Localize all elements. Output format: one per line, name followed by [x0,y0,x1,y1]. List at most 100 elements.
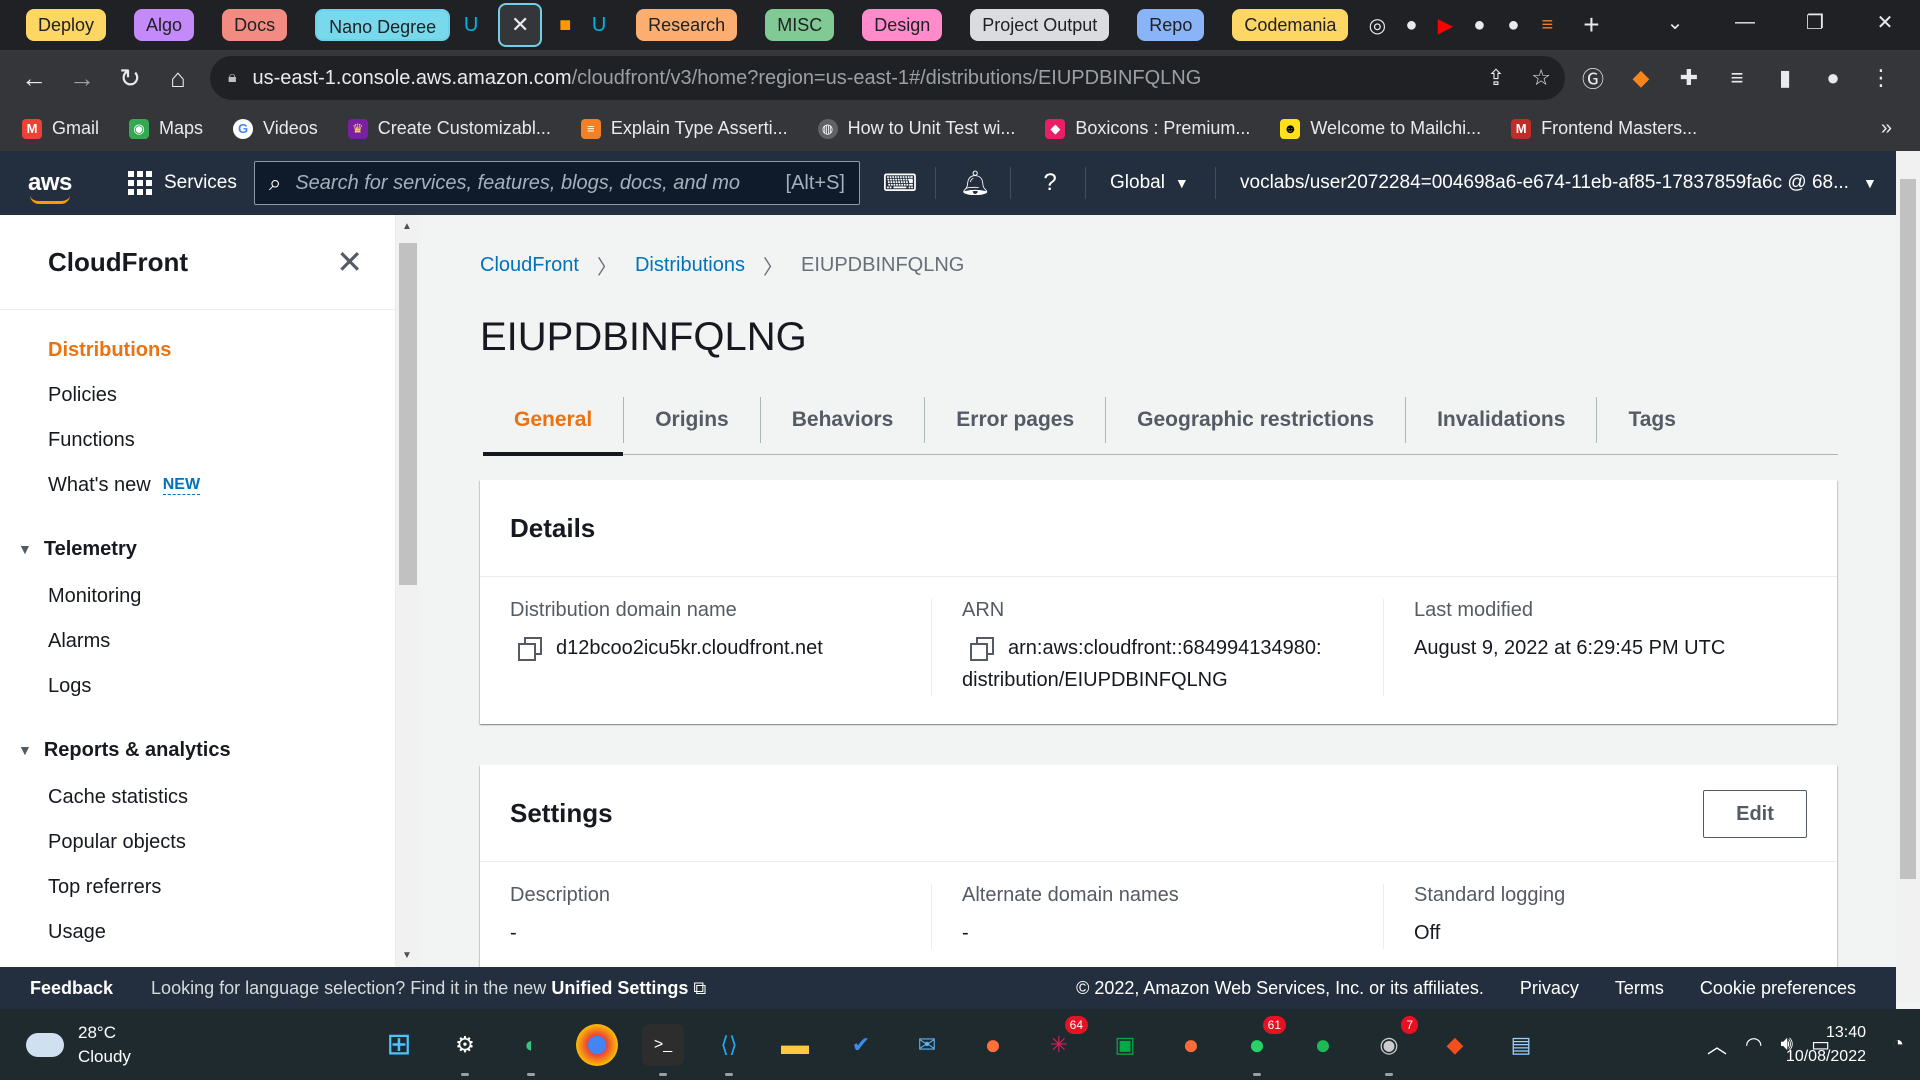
scrollbar-thumb[interactable] [1900,179,1916,879]
close-active-tab-icon[interactable]: ✕ [498,3,543,47]
tab-group-design[interactable]: Design [862,9,943,41]
sidebar-item-distributions[interactable]: Distributions [0,328,395,373]
tab-search-icon[interactable]: ⌄ [1640,0,1710,44]
weather-widget[interactable]: 28°C Cloudy [26,1021,131,1069]
tab-group-project-output[interactable]: Project Output [970,9,1110,41]
help-icon[interactable]: ? [1030,151,1070,215]
aws-search-input[interactable]: ⌕ Search for services, features, blogs, … [254,161,860,205]
close-window-icon[interactable]: ✕ [1850,0,1920,44]
sidebar-item-alarms[interactable]: Alarms [0,619,395,664]
back-icon[interactable]: ← [10,54,58,102]
figma-app-icon[interactable]: ◆ [1434,1024,1476,1066]
restore-icon[interactable]: ❐ [1780,0,1850,44]
sidebar-section-telemetry[interactable]: ▼ Telemetry [0,524,395,574]
tab-group-docs[interactable]: Docs [222,9,288,41]
privacy-link[interactable]: Privacy [1520,978,1579,999]
tab-group-algo[interactable]: Algo [134,9,195,41]
aws-tab-icon[interactable]: ■ [550,10,580,40]
chrome-tab-icon[interactable]: ◎ [1362,10,1392,40]
page-scrollbar[interactable] [1896,151,1920,1002]
more-bookmarks-icon[interactable]: » [1881,117,1892,140]
forward-icon[interactable]: → [58,54,106,102]
copy-icon[interactable] [970,637,994,661]
aws-logo[interactable]: aws [28,169,76,204]
copy-icon[interactable] [518,637,542,661]
scroll-up-icon[interactable]: ▲ [402,221,412,232]
cookie-preferences-link[interactable]: Cookie preferences [1700,978,1856,999]
youtube-tab-icon[interactable]: ▶ [1430,10,1460,40]
cloudshell-icon[interactable]: ⌨ [880,151,920,215]
bookmark-star-icon[interactable]: ☆ [1531,65,1551,91]
address-bar[interactable]: 🔒︎ us-east-1.console.aws.amazon.com/clou… [210,56,1565,100]
bookmark-videos[interactable]: G Videos [233,118,318,139]
metamask-extension-icon[interactable]: ◆ [1628,65,1654,91]
terminal-app-icon[interactable]: >_ [642,1023,684,1076]
reload-icon[interactable]: ↻ [106,54,154,102]
edit-button[interactable]: Edit [1703,790,1807,838]
bookmark-frontend-masters[interactable]: M Frontend Masters... [1511,118,1697,139]
spotify-app-icon[interactable]: ● [1302,1024,1344,1066]
github-tab-icon-3[interactable]: ● [1498,10,1528,40]
share-icon[interactable]: ⇪ [1487,65,1505,91]
tab-error-pages[interactable]: Error pages [925,396,1107,443]
notifications-bell-icon[interactable]: 🔔︎ [955,151,995,215]
todo-app-icon[interactable]: ✔ [840,1024,882,1066]
mail-app-icon[interactable]: ✉ [906,1024,948,1066]
sidebar-item-functions[interactable]: Functions [0,418,395,463]
bookmark-unit-test[interactable]: ◍ How to Unit Test wi... [817,118,1015,139]
chrome-app-icon[interactable] [576,1023,618,1066]
extensions-puzzle-icon[interactable]: ✚ [1676,65,1702,91]
tab-group-codemania[interactable]: Codemania [1232,9,1349,41]
tab-general[interactable]: General [483,396,625,456]
firefox-app-icon[interactable]: ● [972,1024,1014,1066]
wifi-icon[interactable]: ◠ [1745,1032,1762,1057]
edge-app-icon[interactable]: ◐ [510,1024,552,1076]
minimize-icon[interactable]: — [1710,0,1780,44]
meet-app-icon[interactable]: ▣ [1104,1024,1146,1066]
vscode-app-icon[interactable]: ⟨⟩ [708,1024,750,1076]
sidebar-item-monitoring[interactable]: Monitoring [0,574,395,619]
scroll-down-icon[interactable]: ▼ [402,950,412,961]
sidebar-item-cache-statistics[interactable]: Cache statistics [0,775,395,820]
sidebar-title[interactable]: CloudFront [48,247,188,278]
tab-origins[interactable]: Origins [624,396,761,443]
tab-group-research[interactable]: Research [636,9,738,41]
tab-group-deploy[interactable]: Deploy [26,9,107,41]
breadcrumb-distributions[interactable]: Distributions [635,254,745,277]
udacity-tab-icon[interactable]: U [456,10,486,40]
github-tab-icon-2[interactable]: ● [1464,10,1494,40]
sidebar-section-reports[interactable]: ▼ Reports & analytics [0,725,395,775]
windows-start-icon[interactable]: ⊞ [378,1024,420,1066]
account-menu[interactable]: voclabs/user2072284=004698a6-e674-11eb-a… [1240,151,1877,215]
sidebar-scrollbar[interactable]: ▲ ▼ [396,215,420,967]
bookmark-create-customizable[interactable]: ♛ Create Customizabl... [347,118,551,139]
side-panel-icon[interactable]: ▮ [1772,65,1798,91]
browser-menu-icon[interactable]: ⋮ [1868,65,1894,91]
close-icon[interactable]: ✕ [336,243,363,281]
resource-monitor-icon[interactable]: ▤ [1500,1024,1542,1066]
bookmark-mailchimp[interactable]: ☻ Welcome to Mailchi... [1280,118,1481,139]
bookmark-boxicons[interactable]: ◆ Boxicons : Premium... [1045,118,1250,139]
feedback-link[interactable]: Feedback [30,978,113,999]
sidebar-item-logs[interactable]: Logs [0,664,395,709]
lock-icon[interactable]: 🔒︎ [228,69,237,87]
home-icon[interactable]: ⌂ [154,54,202,102]
sidebar-item-top-referrers[interactable]: Top referrers [0,865,395,910]
tab-group-nano-degree[interactable]: Nano Degree [315,9,451,41]
tab-group-misc[interactable]: MISC [765,9,835,41]
tab-geographic-restrictions[interactable]: Geographic restrictions [1106,396,1407,443]
udacity-tab-icon-2[interactable]: U [584,10,614,40]
terms-link[interactable]: Terms [1615,978,1664,999]
services-menu-button[interactable]: Services [128,171,237,195]
notifications-icon[interactable]: ◔ [1892,1033,1904,1056]
external-link-icon[interactable]: ⧉ [693,978,706,998]
tab-group-repo[interactable]: Repo [1137,9,1205,41]
tab-tags[interactable]: Tags [1597,397,1706,443]
bookmark-gmail[interactable]: M Gmail [22,118,99,139]
unified-settings-link[interactable]: Unified Settings [551,978,688,998]
sidebar-item-usage[interactable]: Usage [0,910,395,955]
settings-app-icon[interactable]: ⚙ [444,1024,486,1076]
postman-app-icon[interactable]: ● [1170,1024,1212,1066]
system-clock[interactable]: 13:40 10/08/2022 [1786,1021,1866,1069]
app-with-badge-icon[interactable]: ◉ 7 [1368,1015,1418,1076]
